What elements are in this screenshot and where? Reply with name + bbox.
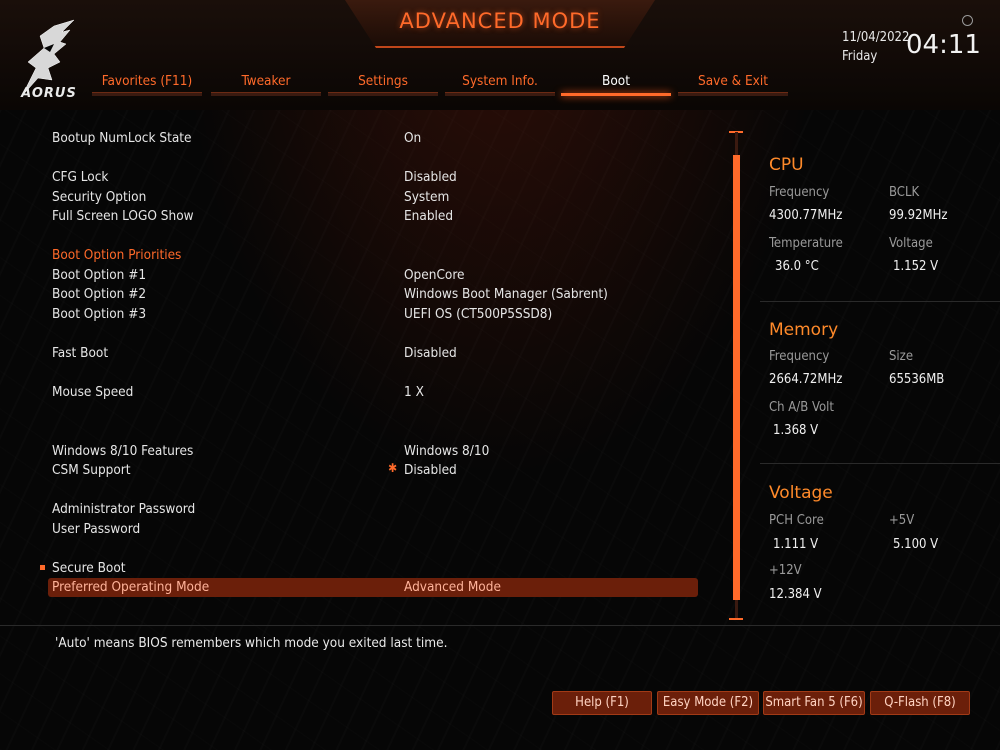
plus5v-value: 5.100 V (893, 537, 939, 552)
setting-label: Full Screen LOGO Show (52, 208, 194, 224)
memory-ch-volt-value: 1.368 V (773, 423, 819, 438)
setting-label: Boot Option #1 (52, 267, 147, 283)
tab-label: System Info. (462, 73, 538, 89)
setting-value: System (404, 189, 450, 205)
tab-save-exit[interactable]: Save & Exit (676, 70, 790, 96)
scrollbar-bottom-cap (729, 618, 743, 620)
setting-label: Bootup NumLock State (52, 130, 192, 146)
tab-settings[interactable]: Settings (326, 70, 440, 96)
tab-system-info[interactable]: System Info. (443, 70, 557, 96)
setting-value: 1 X (404, 384, 424, 400)
cpu-section-title: CPU (769, 155, 804, 175)
setting-bootup-numlock[interactable]: Bootup NumLock State On (52, 130, 702, 149)
setting-value: Disabled (404, 462, 457, 478)
setting-boot-option-2[interactable]: Boot Option #2 Windows Boot Manager (Sab… (52, 286, 702, 305)
setting-windows-features[interactable]: Windows 8/10 Features Windows 8/10 (52, 443, 702, 462)
brand-logo-text: AORUS (21, 86, 77, 101)
plus5v-label: +5V (889, 513, 915, 528)
date-display: 11/04/2022 (842, 30, 910, 45)
setting-mouse-speed[interactable]: Mouse Speed 1 X (52, 384, 702, 403)
tab-label: Favorites (F11) (101, 73, 193, 89)
tab-label: Settings (358, 73, 408, 89)
setting-label: Mouse Speed (52, 384, 134, 400)
cpu-frequency-value: 4300.77MHz (769, 208, 843, 223)
help-button[interactable]: Help (F1) (552, 691, 652, 715)
setting-value: Advanced Mode (404, 579, 501, 595)
scrollbar-thumb[interactable] (733, 155, 740, 600)
star-icon: ✱ (388, 461, 398, 475)
memory-size-value: 65536MB (889, 372, 945, 387)
setting-value: Disabled (404, 169, 457, 185)
setting-fast-boot[interactable]: Fast Boot Disabled (52, 345, 702, 364)
setting-secure-boot[interactable]: Secure Boot (52, 560, 702, 579)
cpu-voltage-value: 1.152 V (893, 259, 939, 274)
setting-label: Security Option (52, 189, 147, 205)
setting-csm-support[interactable]: CSM Support Disabled (52, 462, 702, 481)
setting-label: Fast Boot (52, 345, 109, 361)
memory-frequency-label: Frequency (769, 349, 830, 364)
panel-divider (760, 301, 1000, 302)
setting-label: Preferred Operating Mode (52, 579, 210, 595)
plus12v-label: +12V (769, 563, 802, 578)
setting-user-password[interactable]: User Password (52, 521, 702, 540)
setting-label: CFG Lock (52, 169, 109, 185)
setting-label: Boot Option #3 (52, 306, 147, 322)
cpu-bclk-label: BCLK (889, 185, 920, 200)
pch-core-value: 1.111 V (773, 537, 819, 552)
footer-divider (0, 625, 1000, 626)
setting-label: Windows 8/10 Features (52, 443, 194, 459)
setting-value: OpenCore (404, 267, 465, 283)
setting-value: UEFI OS (CT500P5SSD8) (404, 306, 553, 322)
tab-tweaker[interactable]: Tweaker (209, 70, 323, 96)
cpu-temperature-value: 36.0 °C (775, 259, 819, 274)
clock-display: 04:11 (906, 30, 981, 60)
setting-label: Boot Option #2 (52, 286, 147, 302)
section-label: Boot Option Priorities (52, 247, 182, 263)
submenu-bullet-icon (40, 565, 45, 570)
tab-label: Save & Exit (698, 73, 768, 89)
q-flash-button[interactable]: Q-Flash (F8) (870, 691, 970, 715)
memory-section-title: Memory (769, 320, 839, 340)
tab-bar: Favorites (F11) Tweaker Settings System … (90, 70, 790, 100)
setting-security-option[interactable]: Security Option System (52, 189, 702, 208)
settings-dot-icon[interactable] (962, 15, 973, 26)
tab-label: Boot (602, 73, 630, 89)
cpu-temperature-label: Temperature (769, 236, 843, 251)
setting-label: CSM Support (52, 462, 131, 478)
tab-favorites[interactable]: Favorites (F11) (90, 70, 204, 96)
setting-preferred-operating-mode[interactable]: Preferred Operating Mode Advanced Mode (48, 578, 698, 597)
setting-value: Enabled (404, 208, 454, 224)
boot-priorities-header: Boot Option Priorities (52, 247, 702, 266)
setting-value: Windows 8/10 (404, 443, 490, 459)
easy-mode-button[interactable]: Easy Mode (F2) (657, 691, 759, 715)
page-title: ADVANCED MODE (399, 9, 601, 33)
cpu-bclk-value: 99.92MHz (889, 208, 948, 223)
setting-cfg-lock[interactable]: CFG Lock Disabled (52, 169, 702, 188)
pch-core-label: PCH Core (769, 513, 824, 528)
day-display: Friday (842, 49, 878, 64)
setting-boot-option-3[interactable]: Boot Option #3 UEFI OS (CT500P5SSD8) (52, 306, 702, 325)
setting-admin-password[interactable]: Administrator Password (52, 501, 702, 520)
cpu-voltage-label: Voltage (889, 236, 933, 251)
plus12v-value: 12.384 V (769, 587, 822, 602)
setting-value: Disabled (404, 345, 457, 361)
tab-label: Tweaker (241, 73, 291, 89)
setting-label: User Password (52, 521, 141, 537)
setting-label: Secure Boot (52, 560, 126, 576)
setting-label: Administrator Password (52, 501, 196, 517)
memory-ch-volt-label: Ch A/B Volt (769, 400, 834, 415)
setting-value: Windows Boot Manager (Sabrent) (404, 286, 608, 302)
tab-boot[interactable]: Boot (559, 70, 673, 96)
memory-size-label: Size (889, 349, 914, 364)
panel-divider (760, 463, 1000, 464)
memory-frequency-value: 2664.72MHz (769, 372, 843, 387)
help-description: 'Auto' means BIOS remembers which mode y… (55, 635, 448, 651)
setting-boot-option-1[interactable]: Boot Option #1 OpenCore (52, 267, 702, 286)
cpu-frequency-label: Frequency (769, 185, 830, 200)
setting-full-screen-logo[interactable]: Full Screen LOGO Show Enabled (52, 208, 702, 227)
voltage-section-title: Voltage (769, 483, 833, 503)
setting-value: On (404, 130, 422, 146)
smart-fan-button[interactable]: Smart Fan 5 (F6) (763, 691, 865, 715)
